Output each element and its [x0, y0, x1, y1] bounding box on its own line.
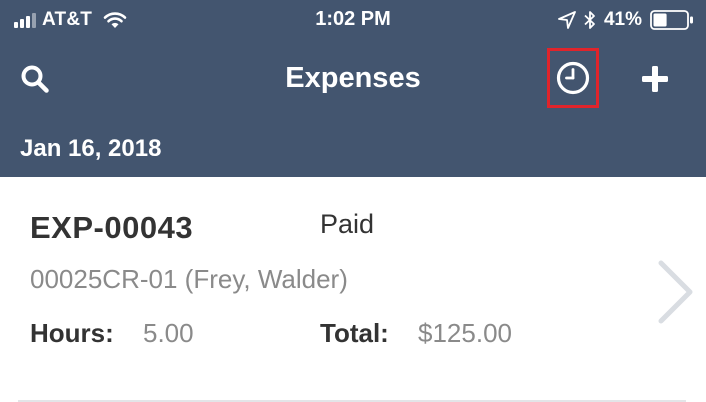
- location-arrow-icon: [558, 11, 576, 29]
- chevron-right-icon: [658, 260, 693, 324]
- hours-label: Hours:: [30, 318, 114, 348]
- status-bar: AT&T 1:02 PM 41%: [0, 0, 706, 40]
- battery-icon: [650, 10, 693, 30]
- total-label: Total:: [320, 318, 389, 348]
- section-date-header: Jan 16, 2018: [20, 135, 162, 162]
- plus-icon[interactable]: [639, 63, 671, 95]
- battery-percent: 41%: [603, 9, 642, 30]
- hours-value: 5.00: [143, 318, 194, 348]
- search-icon[interactable]: [20, 64, 50, 94]
- nav-bar: Expenses: [0, 48, 706, 110]
- history-button[interactable]: [547, 48, 599, 108]
- page-title: Expenses: [285, 62, 421, 94]
- expense-id: EXP-00043: [30, 210, 194, 245]
- clock-icon: [556, 61, 590, 95]
- expense-list-item[interactable]: EXP-00043 Paid 00025CR-01 (Frey, Walder)…: [0, 177, 706, 402]
- expense-status: Paid: [320, 209, 375, 239]
- expense-project: 00025CR-01 (Frey, Walder): [30, 264, 348, 294]
- bluetooth-icon: [584, 11, 595, 29]
- total-value: $125.00: [418, 318, 512, 348]
- app-header: AT&T 1:02 PM 41% Expenses Jan 16, 2018: [0, 0, 706, 177]
- status-bar-right: 41%: [558, 8, 694, 32]
